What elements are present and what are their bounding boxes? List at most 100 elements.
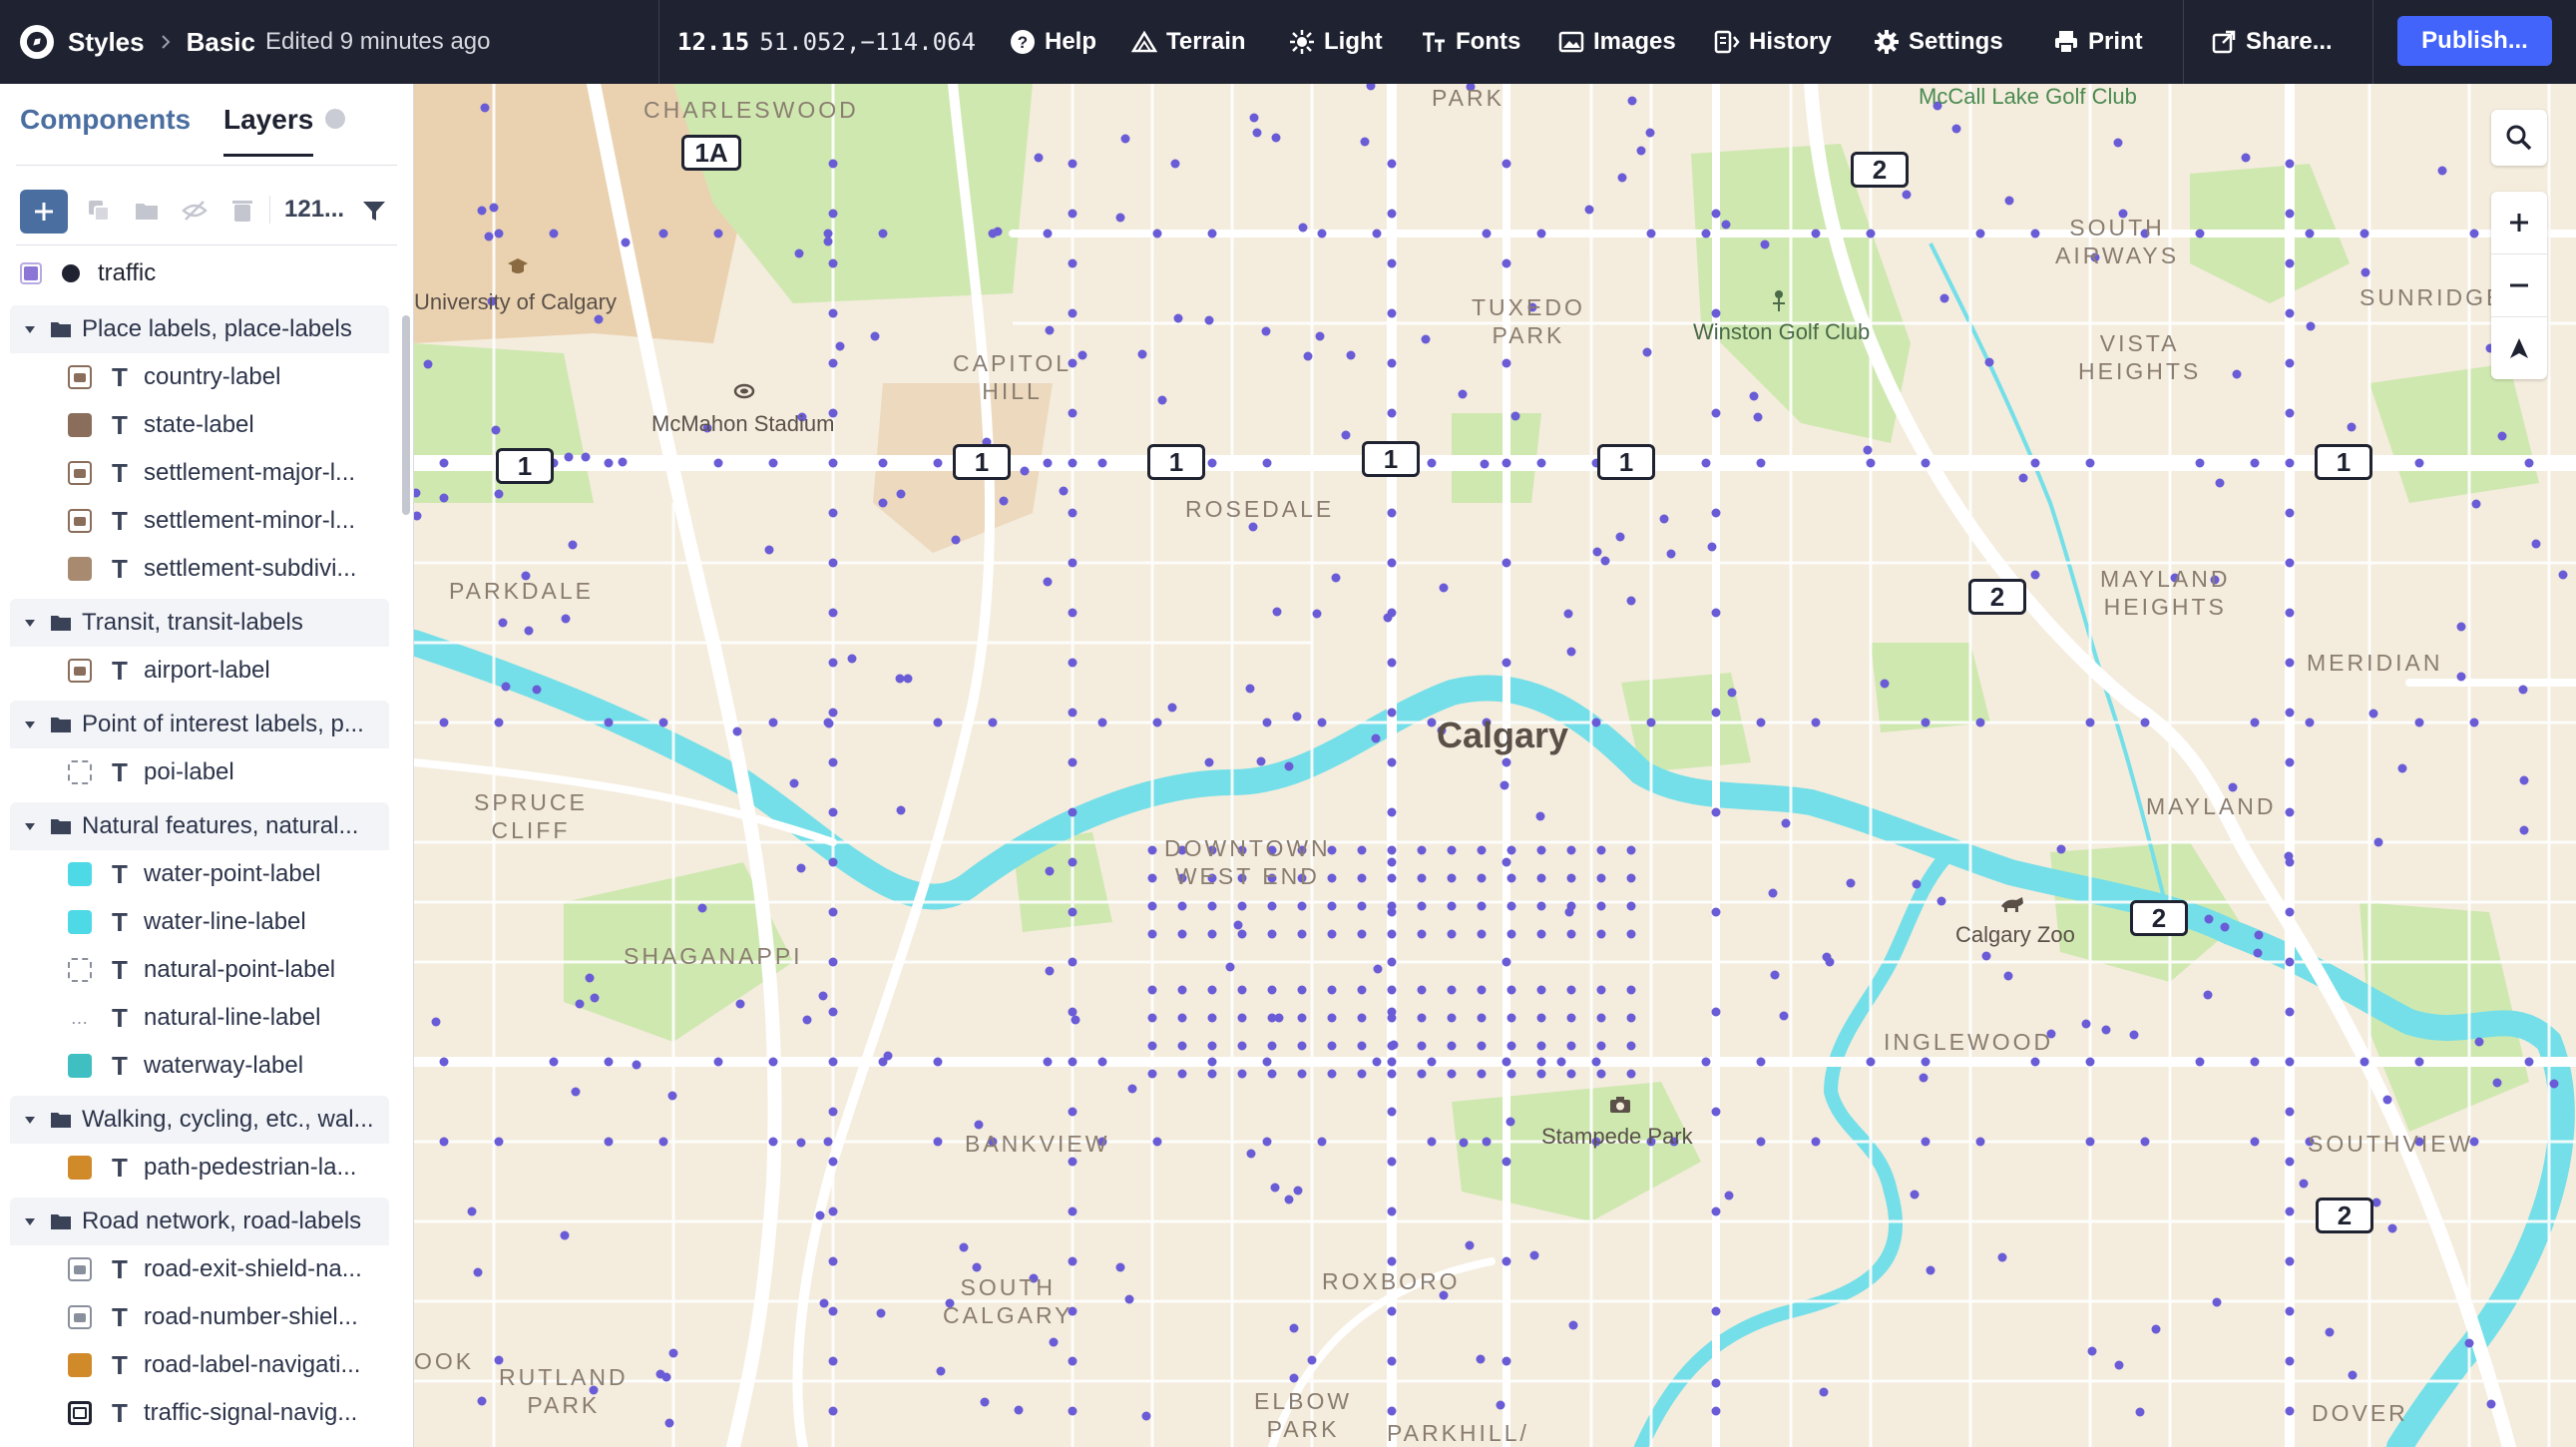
tab-components[interactable]: Components [20, 104, 191, 136]
layer-group-header[interactable]: Road network, road-labels [10, 1198, 389, 1245]
traffic-signal-dot [980, 1397, 990, 1407]
zoom-in-button[interactable] [2491, 192, 2547, 254]
traffic-signal-dot [1458, 389, 1468, 399]
style-name[interactable]: Basic [187, 27, 255, 58]
print-button[interactable]: Print [2053, 0, 2143, 84]
traffic-source-row[interactable]: traffic [0, 245, 399, 301]
layer-row[interactable]: Troad-label-navigati... [10, 1341, 389, 1389]
traffic-signal-dot [1626, 1013, 1636, 1023]
layer-row[interactable]: Ttraffic-signal-navig... [10, 1389, 389, 1437]
traffic-signal-dot [2204, 914, 2214, 924]
caret-down-icon[interactable] [24, 1216, 36, 1226]
layer-group-header[interactable]: Natural features, natural... [10, 802, 389, 850]
traffic-signal-dot [1477, 929, 1487, 939]
caret-down-icon[interactable] [24, 821, 36, 831]
help-button[interactable]: ? Help [1010, 0, 1096, 84]
traffic-signal-dot [1566, 985, 1576, 995]
traffic-signal-dot [1447, 1069, 1457, 1079]
traffic-signal-dot [1245, 684, 1255, 694]
traffic-signal-dot [1880, 679, 1890, 689]
traffic-signal-dot [2285, 1356, 2295, 1366]
traffic-signal-dot [1152, 718, 1162, 727]
traffic-signal-dot [1701, 229, 1711, 239]
layer-row[interactable]: Twater-point-label [10, 850, 389, 898]
neighborhood-label: PARKDALE [449, 578, 595, 604]
symbol-layer-icon: T [112, 409, 128, 440]
settings-button[interactable]: Settings [1874, 0, 2003, 84]
traffic-signal-dot [2456, 622, 2466, 632]
layer-row[interactable]: Tsettlement-major-l... [10, 449, 389, 497]
delete-layer-button[interactable] [225, 194, 259, 228]
traffic-signal-dot [1781, 818, 1791, 828]
caret-down-icon[interactable] [24, 618, 36, 628]
traffic-signal-dot [1068, 508, 1077, 518]
traffic-signal-dot [2087, 1346, 2097, 1356]
light-button[interactable]: Light [1289, 0, 1383, 84]
zoom-out-button[interactable] [2491, 254, 2547, 317]
traffic-signal-dot [1711, 408, 1721, 418]
traffic-signal-dot [1068, 1406, 1077, 1416]
mountain-icon [1131, 30, 1157, 53]
traffic-signal-dot [658, 718, 668, 727]
layer-row[interactable]: Tsettlement-subdivi... [10, 545, 389, 593]
layer-row[interactable]: Twaterway-label [10, 1042, 389, 1090]
traffic-signal-dot [2004, 196, 2014, 206]
caret-down-icon[interactable] [24, 720, 36, 729]
share-button[interactable]: Share... [2211, 0, 2333, 84]
caret-down-icon[interactable] [24, 1115, 36, 1125]
park-area [1871, 643, 1990, 732]
layer-row[interactable]: Tnatural-point-label [10, 946, 389, 994]
fonts-button[interactable]: Fonts [1421, 0, 1520, 84]
styles-breadcrumb-link[interactable]: Styles [68, 27, 145, 58]
neighborhood-label: RUTLAND PARK [499, 1364, 629, 1418]
history-button[interactable]: History [1714, 0, 1832, 84]
layer-group-header[interactable]: Transit, transit-labels [10, 599, 389, 647]
group-layers-button[interactable] [130, 194, 164, 228]
traffic-signal-dot [1459, 1138, 1469, 1148]
duplicate-layer-button[interactable] [82, 194, 116, 228]
layer-row[interactable]: Tpoi-label [10, 748, 389, 796]
layer-row[interactable]: … Tnatural-line-label [10, 994, 389, 1042]
traffic-signal-dot [664, 1418, 674, 1428]
layer-row[interactable]: Tpath-pedestrian-la... [10, 1144, 389, 1192]
caret-down-icon[interactable] [24, 324, 36, 334]
layer-row[interactable]: Twater-line-label [10, 898, 389, 946]
scrollbar-thumb[interactable] [402, 315, 410, 515]
neighborhood-label: SUNRIDGE [2360, 284, 2505, 310]
traffic-signal-dot [1566, 845, 1576, 855]
traffic-signal-dot [1506, 873, 1516, 883]
tab-layers[interactable]: Layers [223, 104, 313, 136]
neighborhood-label: SPRUCE CLIFF [474, 789, 588, 843]
layer-group-header[interactable]: Point of interest labels, p... [10, 701, 389, 748]
add-layer-button[interactable] [20, 190, 68, 234]
traffic-signal-dot [2368, 709, 2378, 719]
map-canvas[interactable]: CHARLESWOOD PARK McCall Lake Golf Club S… [414, 84, 2576, 1447]
layer-group: Transit, transit-labels Tairport-label [10, 599, 389, 695]
select-checkbox[interactable] [20, 262, 42, 284]
images-button[interactable]: Images [1558, 0, 1676, 84]
filter-button[interactable] [359, 196, 389, 226]
traffic-signal-dot [581, 452, 591, 462]
layer-row[interactable]: Troad-exit-shield-na... [10, 1245, 389, 1293]
compass-button[interactable] [2491, 317, 2547, 379]
mapbox-logo-icon[interactable] [20, 25, 54, 59]
layer-row[interactable]: Tstate-label [10, 401, 389, 449]
layer-row[interactable]: Troad-number-shiel... [10, 1293, 389, 1341]
layer-group-header[interactable]: Place labels, place-labels [10, 305, 389, 353]
traffic-signal-dot [1327, 929, 1337, 939]
map-search-button[interactable] [2491, 110, 2547, 166]
traffic-signal-dot [1207, 229, 1217, 239]
terrain-button[interactable]: Terrain [1131, 0, 1246, 84]
layer-name: poi-label [144, 758, 234, 785]
publish-button[interactable]: Publish... [2397, 16, 2552, 66]
layer-group-header[interactable]: Walking, cycling, etc., wal... [10, 1096, 389, 1144]
layer-row[interactable]: Tsettlement-minor-l... [10, 497, 389, 545]
layer-row[interactable]: Tcountry-label [10, 353, 389, 401]
traffic-signal-dot [2486, 1399, 2496, 1409]
layer-row[interactable]: Tairport-label [10, 647, 389, 695]
traffic-signal-dot [494, 1137, 504, 1147]
hide-layer-button[interactable] [178, 194, 212, 228]
map-position-readout[interactable]: 12.15 51.052,−114.064 [658, 0, 976, 84]
color-swatch [68, 557, 92, 581]
traffic-signal-dot [2305, 718, 2315, 727]
